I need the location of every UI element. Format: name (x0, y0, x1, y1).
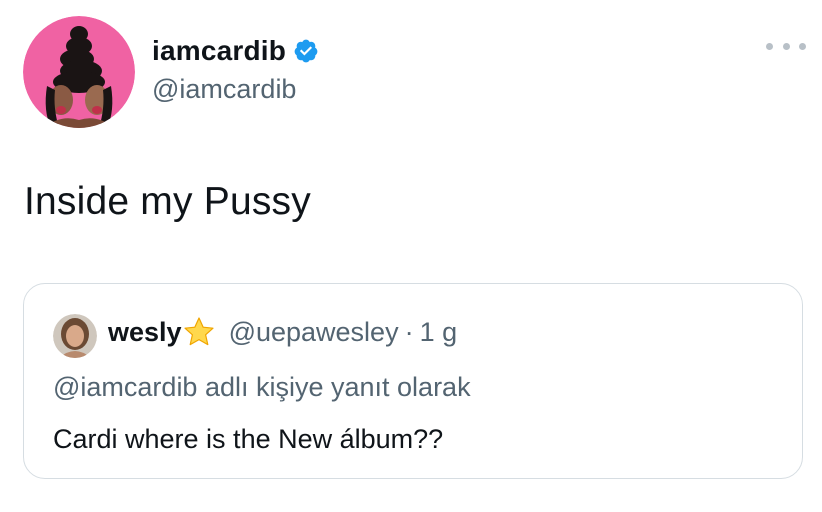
more-dot (799, 42, 806, 50)
author-handle[interactable]: @iamcardib (152, 74, 296, 105)
more-dot (782, 42, 790, 50)
author-avatar[interactable] (23, 16, 135, 128)
quoted-tweet-text: Cardi where is the New álbum?? (53, 424, 444, 454)
quoted-handle[interactable]: @uepawesley (229, 317, 399, 348)
more-dot (766, 42, 773, 50)
profile-avatar-image (23, 16, 135, 128)
more-options-icon[interactable] (766, 36, 806, 56)
verified-badge-icon (293, 38, 319, 64)
author-name-row[interactable]: iamcardib (152, 34, 319, 68)
tweet-text: Inside my Pussy (24, 180, 311, 223)
quoted-tweet-card[interactable]: wesly @uepawesley · 1 g @iamcardib adlı … (23, 283, 803, 479)
reply-context: @iamcardib adlı kişiye yanıt olarak (53, 372, 471, 402)
quoted-author-avatar[interactable] (53, 314, 97, 358)
quoted-timestamp[interactable]: 1 g (420, 317, 458, 348)
quoted-tweet-header: wesly @uepawesley · 1 g (108, 312, 457, 352)
author-display-name[interactable]: iamcardib (152, 35, 286, 67)
star-icon (183, 316, 215, 348)
quoted-avatar-image (53, 314, 97, 358)
separator-dot: · (404, 316, 414, 347)
quoted-display-name[interactable]: wesly (108, 317, 182, 348)
